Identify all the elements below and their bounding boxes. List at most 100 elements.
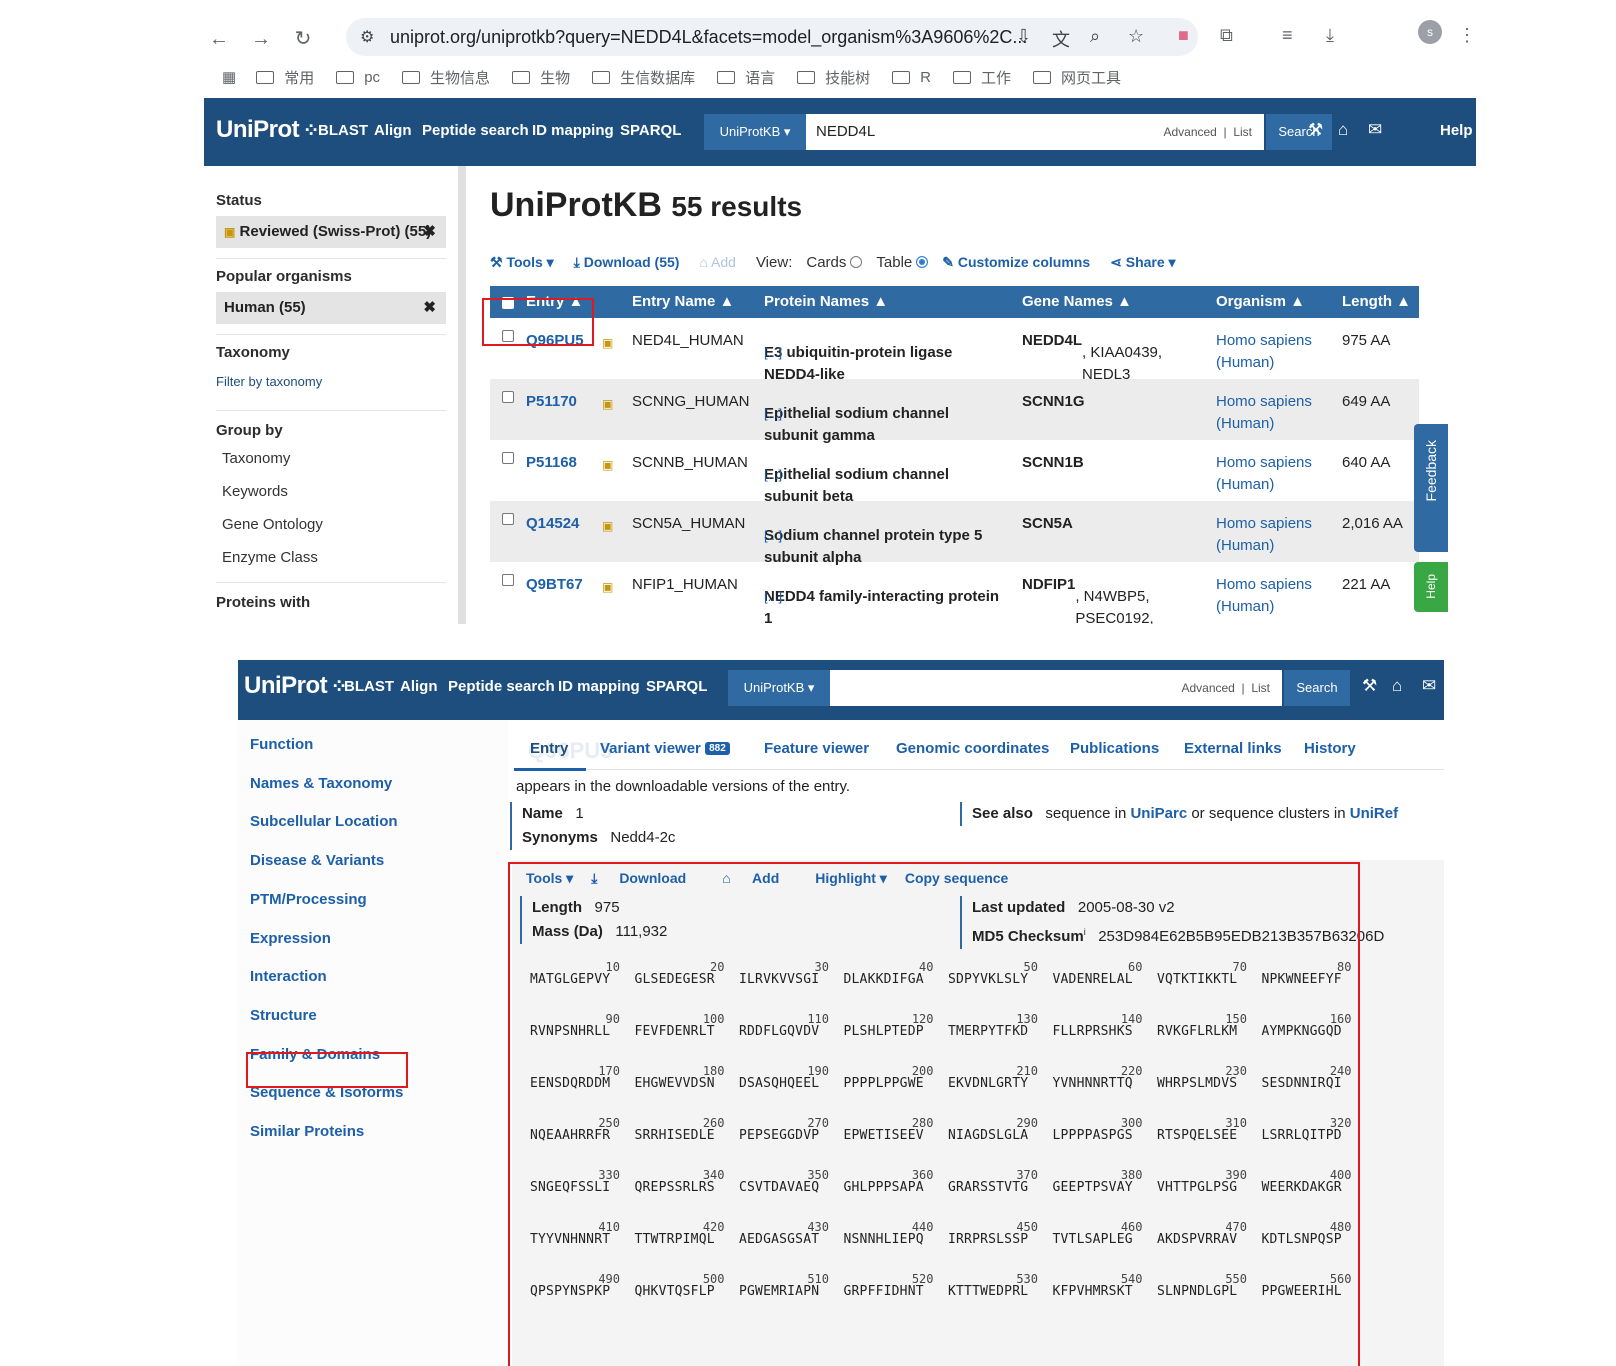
entry-accession-link[interactable]: Q9BT67 bbox=[526, 574, 583, 596]
bookmark-star-icon[interactable]: ☆ bbox=[1128, 26, 1144, 47]
menu-kebab-icon[interactable]: ⋮ bbox=[1458, 25, 1476, 46]
add-button[interactable]: ⌂ Add bbox=[699, 254, 736, 270]
search-input[interactable]: NEDD4L Advanced | List bbox=[806, 114, 1264, 150]
table-row[interactable]: Q14524 ▣ SCN5A_HUMAN Sodium channel protein… bbox=[490, 501, 1419, 566]
bookmark-folder[interactable]: 生物 bbox=[512, 67, 570, 88]
table-row[interactable]: P51170 ▣ SCNNG_HUMAN Epithelial sodium chan… bbox=[490, 379, 1419, 444]
nav-align[interactable]: Align bbox=[400, 678, 438, 695]
mail-icon[interactable]: ✉ bbox=[1368, 120, 1382, 140]
help-tab[interactable]: Help bbox=[1414, 562, 1448, 612]
install-icon[interactable]: ⇩ bbox=[1016, 26, 1031, 47]
table-row[interactable]: Q9BT67 ▣ NFIP1_HUMAN NEDD4 family-interacti… bbox=[490, 562, 1419, 624]
site-settings-icon[interactable]: ⚙ bbox=[360, 27, 374, 47]
col-entry-name[interactable]: Entry Name ▲ bbox=[632, 293, 734, 310]
table-row[interactable]: Q96PU5 ▣ NED4L_HUMAN E3 ubiquitin-protein l… bbox=[490, 318, 1419, 383]
cards-toggle[interactable]: Cards bbox=[806, 254, 863, 271]
advanced-link[interactable]: Advanced bbox=[1181, 681, 1234, 695]
translate-icon[interactable]: 文 bbox=[1052, 26, 1070, 52]
entry-accession-link[interactable]: P51170 bbox=[526, 391, 577, 413]
search-input[interactable]: Advanced | List bbox=[830, 670, 1282, 706]
download-button[interactable]: ⤓ Download (55) bbox=[574, 254, 680, 271]
section-link[interactable]: Structure bbox=[250, 1007, 317, 1024]
groupby-keywords[interactable]: Keywords bbox=[222, 483, 288, 500]
tab-history[interactable]: History bbox=[1304, 740, 1356, 757]
back-icon[interactable]: ← bbox=[208, 28, 230, 50]
table-toggle[interactable]: Table bbox=[876, 254, 929, 271]
list-link[interactable]: List bbox=[1251, 681, 1270, 695]
organism-link[interactable]: Homo sapiens (Human) bbox=[1216, 513, 1326, 557]
expand-link[interactable]: [...] bbox=[764, 403, 782, 425]
section-link[interactable]: Interaction bbox=[250, 968, 327, 985]
extensions-puzzle-icon[interactable]: ⧉ bbox=[1220, 25, 1233, 46]
extension-icon[interactable]: ■ bbox=[1178, 25, 1189, 46]
bookmark-folder[interactable]: 常用 bbox=[256, 67, 314, 88]
nav-sparql[interactable]: SPARQL bbox=[646, 678, 707, 695]
tools-icon[interactable]: ⚒ bbox=[1308, 120, 1323, 140]
bookmark-folder[interactable]: 网页工具 bbox=[1032, 67, 1121, 88]
tools-icon[interactable]: ⚒ bbox=[1362, 676, 1377, 696]
organism-link[interactable]: Homo sapiens (Human) bbox=[1216, 330, 1326, 374]
organism-link[interactable]: Homo sapiens (Human) bbox=[1216, 452, 1326, 496]
basket-icon[interactable]: ⌂ bbox=[1392, 676, 1402, 696]
zoom-icon[interactable]: ⌕ bbox=[1090, 26, 1100, 47]
tab-external-links[interactable]: External links bbox=[1184, 740, 1282, 757]
bookmark-folder[interactable]: pc bbox=[336, 69, 380, 86]
nav-sparql[interactable]: SPARQL bbox=[620, 122, 681, 139]
nav-blast[interactable]: BLAST bbox=[318, 122, 368, 139]
apps-icon[interactable]: ▦ bbox=[222, 68, 236, 86]
advanced-link[interactable]: Advanced bbox=[1163, 125, 1216, 139]
help-link[interactable]: Help bbox=[1440, 122, 1473, 139]
nav-id-mapping[interactable]: ID mapping bbox=[558, 678, 640, 695]
tab-feature-viewer[interactable]: Feature viewer bbox=[764, 740, 869, 757]
table-row[interactable]: P51168 ▣ SCNNB_HUMAN Epithelial sodium chan… bbox=[490, 440, 1419, 505]
row-checkbox[interactable] bbox=[502, 452, 514, 464]
table-radio[interactable] bbox=[916, 255, 929, 268]
entry-accession-link[interactable]: P51168 bbox=[526, 452, 577, 474]
mail-icon[interactable]: ✉ bbox=[1422, 676, 1436, 696]
uniprot-logo[interactable]: UniProt ⁘ bbox=[244, 672, 348, 700]
forward-icon[interactable]: → bbox=[250, 28, 272, 50]
bookmark-folder[interactable]: 工作 bbox=[952, 67, 1011, 88]
filter-by-taxonomy-link[interactable]: Filter by taxonomy bbox=[216, 374, 322, 389]
remove-filter-icon[interactable]: ✖ bbox=[423, 222, 436, 240]
cards-radio[interactable] bbox=[850, 255, 863, 268]
groupby-taxonomy[interactable]: Taxonomy bbox=[222, 450, 290, 467]
bookmark-folder[interactable]: 技能树 bbox=[797, 67, 870, 88]
status-filter-chip[interactable]: ▣ Reviewed (Swiss-Prot) (55) ✖ bbox=[216, 216, 446, 248]
customize-columns-button[interactable]: ✎ Customize columns bbox=[942, 254, 1090, 271]
tab-entry[interactable]: Entry bbox=[530, 740, 568, 757]
url-text[interactable]: uniprot.org/uniprotkb?query=NEDD4L&facet… bbox=[390, 27, 1027, 48]
uniparc-link[interactable]: UniParc bbox=[1130, 805, 1187, 822]
section-link[interactable]: PTM/Processing bbox=[250, 891, 367, 908]
basket-icon[interactable]: ⌂ bbox=[1338, 120, 1348, 140]
nav-peptide-search[interactable]: Peptide search bbox=[448, 678, 555, 695]
reload-icon[interactable]: ↻ bbox=[292, 28, 314, 50]
profile-avatar[interactable]: s bbox=[1418, 20, 1442, 44]
tab-genomic-coordinates[interactable]: Genomic coordinates bbox=[896, 740, 1049, 757]
uniprot-logo[interactable]: UniProt ⁘ bbox=[216, 116, 320, 144]
groupby-gene-ontology[interactable]: Gene Ontology bbox=[222, 516, 323, 533]
bookmark-folder[interactable]: 生物信息 bbox=[402, 67, 490, 88]
search-value[interactable]: NEDD4L bbox=[816, 123, 875, 140]
row-checkbox[interactable] bbox=[502, 513, 514, 525]
expand-link[interactable]: [...] bbox=[764, 525, 782, 547]
col-gene-names[interactable]: Gene Names ▲ bbox=[1022, 293, 1132, 310]
nav-id-mapping[interactable]: ID mapping bbox=[532, 122, 614, 139]
list-link[interactable]: List bbox=[1233, 125, 1252, 139]
nav-peptide-search[interactable]: Peptide search bbox=[422, 122, 529, 139]
bookmark-folder[interactable]: 语言 bbox=[717, 67, 775, 88]
col-protein-names[interactable]: Protein Names ▲ bbox=[764, 293, 888, 310]
uniref-link[interactable]: UniRef bbox=[1350, 805, 1398, 822]
groupby-enzyme-class[interactable]: Enzyme Class bbox=[222, 549, 318, 566]
bookmark-folder[interactable]: 生信数据库 bbox=[592, 67, 695, 88]
row-checkbox[interactable] bbox=[502, 391, 514, 403]
nav-blast[interactable]: BLAST bbox=[344, 678, 394, 695]
col-organism[interactable]: Organism ▲ bbox=[1216, 293, 1305, 310]
sidebar-scrollbar[interactable] bbox=[458, 166, 466, 624]
bookmark-folder[interactable]: R bbox=[892, 69, 931, 86]
row-checkbox[interactable] bbox=[502, 574, 514, 586]
organism-filter-chip[interactable]: Human (55) ✖ bbox=[216, 292, 446, 324]
share-menu[interactable]: ⋖ Share ▾ bbox=[1110, 254, 1175, 271]
section-link[interactable]: Disease & Variants bbox=[250, 852, 384, 869]
tab-variant-viewer[interactable]: Variant viewer 882 bbox=[600, 740, 730, 757]
